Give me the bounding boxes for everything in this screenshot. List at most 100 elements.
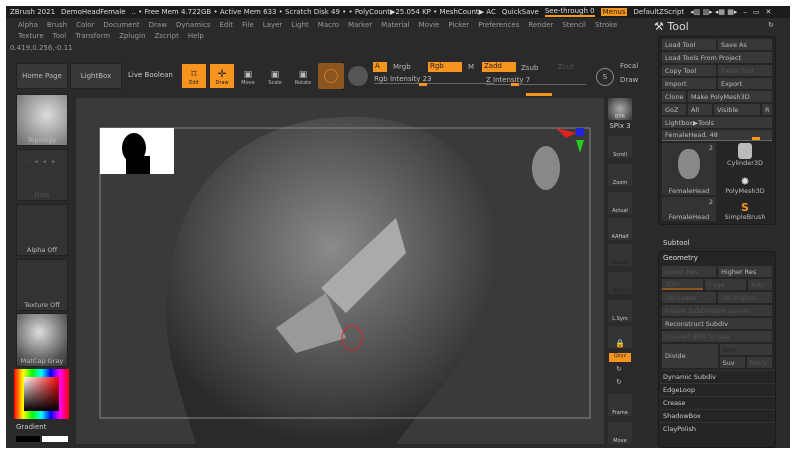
- topology-brush-button[interactable]: Topology: [16, 94, 68, 146]
- menu-stroke[interactable]: Stroke: [595, 21, 617, 29]
- convert-bpr-button[interactable]: Convert BPR To Geo: [662, 331, 772, 342]
- cage-button[interactable]: Cage: [705, 279, 746, 290]
- menu-macro[interactable]: Macro: [318, 21, 339, 29]
- mrgb-toggle[interactable]: Mrgb: [393, 63, 411, 71]
- floor-button[interactable]: Floor: [608, 272, 632, 294]
- tool-thumb-femalehead-2[interactable]: 2 FemaleHead: [662, 197, 716, 221]
- freeze-subdivision-button[interactable]: Freeze SubDivision Levels: [662, 305, 772, 316]
- visible-button[interactable]: Visible: [714, 104, 760, 115]
- clone-button[interactable]: Clone: [662, 91, 686, 102]
- xyz-button[interactable]: Qxyz: [609, 353, 631, 362]
- goz-button[interactable]: GoZ: [662, 104, 686, 115]
- lightbox-button[interactable]: LightBox: [70, 63, 122, 89]
- canvas-viewport[interactable]: [76, 98, 604, 444]
- scroll-button[interactable]: Scroll: [608, 136, 632, 158]
- subpanel-crease[interactable]: Crease: [659, 396, 775, 409]
- import-button[interactable]: Import: [662, 78, 716, 89]
- subpanel-edgeloop[interactable]: EdgeLoop: [659, 383, 775, 396]
- color-picker[interactable]: [14, 369, 69, 419]
- rgb-intensity-slider[interactable]: Rgb Intensity 23: [374, 75, 494, 86]
- tool-thumb-femalehead[interactable]: 2 FemaleHead: [662, 143, 716, 195]
- menu-document[interactable]: Document: [103, 21, 139, 29]
- refresh-icon[interactable]: ↻: [768, 21, 774, 29]
- menu-zplugin[interactable]: Zplugin: [119, 32, 145, 40]
- alpha-button[interactable]: Alpha Off: [16, 204, 68, 256]
- quicksave-button[interactable]: QuickSave: [502, 8, 539, 16]
- rstr-button[interactable]: Rstr: [748, 279, 772, 290]
- menu-texture[interactable]: Texture: [18, 32, 44, 40]
- zadd-toggle[interactable]: Zadd: [482, 62, 516, 72]
- load-tool-button[interactable]: Load Tool: [662, 39, 716, 50]
- tool-thumb-polymesh3d[interactable]: ✸ PolyMesh3D: [725, 176, 765, 195]
- save-as-button[interactable]: Save As: [718, 39, 772, 50]
- live-boolean-button[interactable]: Live Boolean: [128, 71, 173, 79]
- navigation-head-icon[interactable]: [532, 146, 560, 190]
- maximize-icon[interactable]: ▭: [753, 8, 760, 16]
- menu-color[interactable]: Color: [76, 21, 94, 29]
- draw-size-label[interactable]: Draw: [620, 76, 638, 84]
- gradient-black-swatch[interactable]: [16, 436, 40, 442]
- close-icon[interactable]: ✕: [765, 8, 771, 16]
- menus-button[interactable]: Menus: [600, 8, 628, 16]
- home-page-button[interactable]: Home Page: [16, 63, 68, 89]
- subpanel-shadowbox[interactable]: ShadowBox: [659, 409, 775, 422]
- minimize-icon[interactable]: –: [743, 8, 747, 16]
- reconstruct-subdiv-button[interactable]: Reconstruct Subdiv: [662, 318, 772, 329]
- tool-thumb-simplebrush[interactable]: S SimpleBrush: [718, 197, 772, 221]
- menu-alpha[interactable]: Alpha: [18, 21, 38, 29]
- rotate-z-icon[interactable]: ↻: [616, 378, 622, 386]
- material-button[interactable]: [318, 63, 344, 89]
- menu-stencil[interactable]: Stencil: [562, 21, 586, 29]
- gradient-white-swatch[interactable]: [42, 436, 68, 442]
- menu-tool[interactable]: Tool: [53, 32, 67, 40]
- rgb-intensity-handle[interactable]: [419, 83, 427, 86]
- lower-res-button[interactable]: Lower Res: [662, 266, 716, 277]
- menu-movie[interactable]: Movie: [419, 21, 440, 29]
- subpanel-claypolish[interactable]: ClayPolish: [659, 422, 775, 435]
- head-model[interactable]: [76, 98, 604, 444]
- default-zscript[interactable]: DefaultZScript: [633, 8, 684, 16]
- divide-button[interactable]: Divide: [662, 344, 718, 368]
- subpanel-dynamic subdiv[interactable]: Dynamic Subdiv: [659, 370, 775, 383]
- actual-button[interactable]: Actual: [608, 192, 632, 214]
- zsub-toggle[interactable]: Zsub: [521, 64, 538, 72]
- menu-transform[interactable]: Transform: [75, 32, 110, 40]
- edit-button[interactable]: ⌑ Edit: [182, 64, 206, 88]
- z-intensity-handle[interactable]: [511, 83, 519, 86]
- reuv-button[interactable]: ReUV: [746, 357, 772, 368]
- tool-slider[interactable]: FemaleHead. 48: [662, 130, 772, 141]
- sdiv-slider[interactable]: SDiv: [662, 279, 703, 290]
- menu-marker[interactable]: Marker: [348, 21, 372, 29]
- copy-tool-button[interactable]: Copy Tool: [662, 65, 716, 76]
- del-lower-button[interactable]: Del Lower: [662, 292, 716, 303]
- z-intensity-slider[interactable]: Z Intensity 7: [486, 76, 586, 86]
- suv-toggle[interactable]: Suv: [719, 357, 745, 368]
- bpr-button[interactable]: BPR: [608, 98, 632, 120]
- higher-res-button[interactable]: Higher Res: [718, 266, 772, 277]
- paste-tool-button[interactable]: Paste Tool: [718, 65, 772, 76]
- m-toggle[interactable]: M: [468, 63, 474, 71]
- tool-slider-handle[interactable]: [752, 137, 760, 140]
- r-button[interactable]: R: [762, 104, 772, 115]
- export-button[interactable]: Export: [718, 78, 772, 89]
- spix-slider[interactable]: SPix 3: [608, 122, 632, 130]
- all-button[interactable]: All: [688, 104, 712, 115]
- load-tools-from-project-button[interactable]: Load Tools From Project: [662, 52, 772, 63]
- lightbox-tools-button[interactable]: Lightbox▶Tools: [662, 117, 772, 128]
- menu-dynamics[interactable]: Dynamics: [176, 21, 211, 29]
- smt-toggle[interactable]: Smt: [719, 344, 772, 355]
- menu-zscript[interactable]: Zscript: [155, 32, 179, 40]
- move-view-button[interactable]: Move: [608, 422, 632, 444]
- a-toggle[interactable]: A: [373, 62, 387, 72]
- zoom-button[interactable]: Zoom: [608, 164, 632, 186]
- make-polymesh3d-button[interactable]: Make PolyMesh3D: [688, 91, 772, 102]
- frame-button[interactable]: Frame: [608, 394, 632, 416]
- menu-material[interactable]: Material: [381, 21, 409, 29]
- move-button[interactable]: ▣ Move: [237, 64, 259, 88]
- draw-button[interactable]: ✛ Draw: [210, 64, 234, 88]
- scale-button[interactable]: ▣ Scale: [264, 64, 286, 88]
- del-higher-button[interactable]: Del Higher: [718, 292, 772, 303]
- rotate-button[interactable]: ▣ Rotate: [292, 64, 314, 88]
- texture-button[interactable]: Texture Off: [16, 259, 68, 311]
- menu-help[interactable]: Help: [188, 32, 204, 40]
